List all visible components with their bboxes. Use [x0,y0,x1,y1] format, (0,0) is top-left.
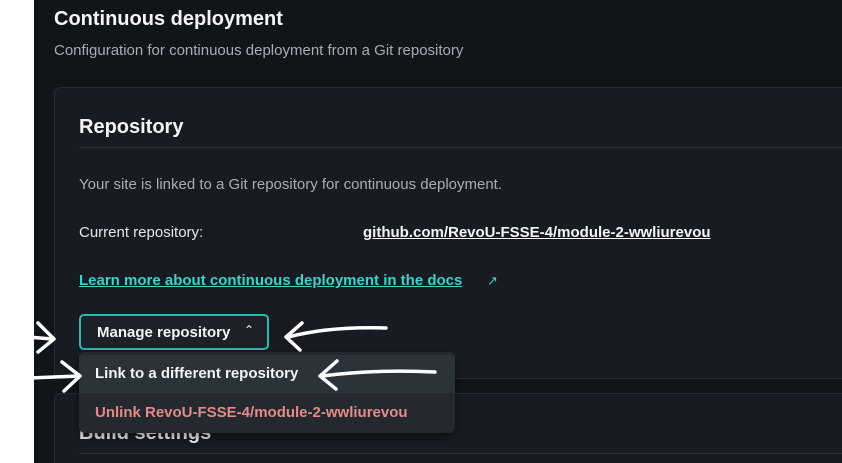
arrow-left-margin-1 [2,333,54,341]
arrow-left-margin-2 [4,374,80,381]
arrow-menu-item [320,369,437,378]
arrow-manage-button [286,325,388,339]
annotation-arrows [2,321,437,393]
